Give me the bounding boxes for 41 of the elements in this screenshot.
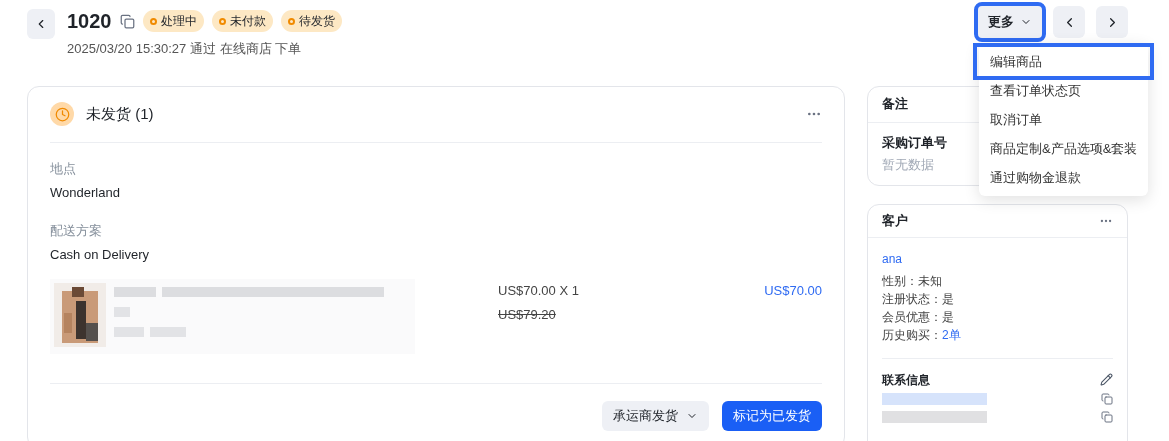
order-number: 1020 [67,9,112,34]
fulfillment-title: 未发货 (1) [86,103,154,124]
po-label: 采购订单号 [882,133,947,152]
redacted-text [114,286,156,297]
menu-item[interactable]: 取消订单 [979,105,1148,134]
mark-shipped-button[interactable]: 标记为已发货 [722,400,822,431]
line-total: US$70.00 [764,281,822,300]
redacted-text [114,306,130,317]
edit-icon[interactable] [1100,373,1113,386]
shipping-value: Cash on Delivery [50,246,150,264]
order-subtitle: 2025/03/20 15:30:27 通过 在线商店 下单 [67,40,303,58]
status-badge: 待发货 [280,10,342,32]
customer-field: 历史购买：2单 [882,325,1113,344]
location-value: Wonderland [50,184,121,202]
menu-item[interactable]: 通过购物金退款 [979,163,1148,192]
customer-field: 注册状态：是 [882,289,1113,308]
menu-item[interactable]: 商品定制&产品选项&套装 [979,134,1148,163]
clock-icon [50,102,74,126]
next-button[interactable] [1096,6,1128,38]
customer-field: 性别：未知 [882,271,1113,290]
customer-name-link[interactable]: ana [882,249,1113,268]
back-button[interactable] [27,9,55,39]
menu-item[interactable]: 查看订单状态页 [979,76,1148,105]
copy-icon[interactable] [1101,410,1113,423]
customer-title: 客户 [882,211,908,230]
contact-title: 联系信息 [882,371,930,389]
redacted-text [150,326,186,337]
original-price: US$79.20 [498,306,557,324]
shipping-label: 配送方案 [50,221,103,240]
unit-price: US$70.00 X 1 [498,281,579,300]
po-value: 暂无数据 [882,156,935,174]
customer-field: 会员优惠：是 [882,307,1113,326]
previous-button[interactable] [1053,6,1085,38]
status-badge: 未付款 [211,10,273,32]
copy-icon[interactable] [119,13,135,29]
carrier-ship-button[interactable]: 承运商发货 [602,400,709,431]
copy-icon[interactable] [1101,392,1113,405]
notes-title: 备注 [882,95,908,114]
location-label: 地点 [50,159,77,178]
redacted-text [114,326,144,337]
status-badge: 处理中 [142,10,204,32]
